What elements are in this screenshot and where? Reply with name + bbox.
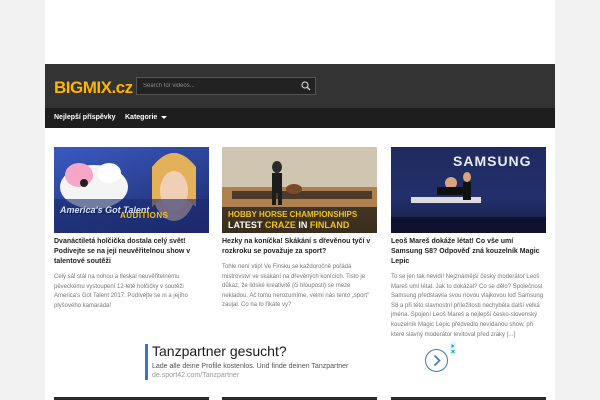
thumbnail-caption: AUDITIONS: [120, 211, 169, 220]
ad-accent-bar: [145, 344, 148, 380]
caption-part: FINLAND: [309, 220, 350, 230]
thumbnail-art: [54, 153, 209, 233]
post-title[interactable]: Leoš Mareš dokáže létat! Co vše umí Sams…: [391, 237, 546, 267]
chevron-down-icon: [161, 115, 168, 119]
post-thumbnail[interactable]: America's Got Talent AUDITIONS: [54, 147, 209, 233]
ad-choices-icon[interactable]: [450, 342, 456, 354]
thumbnail-caption: SAMSUNG: [453, 153, 532, 169]
post-thumbnail[interactable]: SAMSUNG: [391, 147, 546, 233]
logo-main: BIGMIX: [54, 78, 112, 97]
post-title[interactable]: Hezky na koníčka! Skákání s dřevěnou tyč…: [222, 237, 377, 257]
caption-part: IN: [295, 220, 310, 230]
nav-item-label: Nejlepší příspěvky: [54, 114, 116, 121]
main-nav: Nejlepší příspěvky Kategorie: [45, 108, 555, 128]
post-title[interactable]: Dvanáctiletá holčička dostala celý svět!…: [54, 237, 209, 267]
post-card: SAMSUNG Leoš Mareš dokáže létat! Co vše …: [391, 147, 546, 340]
nav-item-best-posts[interactable]: Nejlepší příspěvky: [54, 108, 115, 128]
post-excerpt: Celý sál stál na nohou a tleskal neuvěři…: [54, 274, 188, 309]
ad-subline: Lade alle deine Profile kostenlos. Und f…: [152, 363, 349, 370]
search-box: [136, 77, 316, 95]
ad-banner[interactable]: Tanzpartner gesucht? Lade alle deine Pro…: [145, 342, 456, 382]
ad-url[interactable]: de.sport42.com/Tanzpartner: [152, 371, 239, 380]
thumbnail-caption-line1: HOBBY HORSE CHAMPIONSHIPS: [228, 210, 358, 219]
site-logo[interactable]: BIGMIX.cz: [54, 78, 133, 98]
page: BIGMIX.cz Nejlepší příspěvky Kategorie: [45, 0, 555, 400]
top-ad-space: [45, 0, 555, 64]
chevron-right-icon: [433, 354, 441, 367]
search-input[interactable]: [143, 80, 293, 92]
nav-item-label: Kategorie: [125, 114, 158, 121]
nav-item-categories[interactable]: Kategorie: [125, 108, 168, 128]
thumbnail-caption-line2: LATEST CRAZE IN FINLAND: [228, 220, 349, 230]
post-card: HOBBY HORSE CHAMPIONSHIPS LATEST CRAZE I…: [222, 147, 377, 311]
post-excerpt: To se jen tak nevidí! Nejznámější český …: [391, 274, 544, 338]
post-card: America's Got Talent AUDITIONS Dvanáctil…: [54, 147, 209, 311]
ad-headline[interactable]: Tanzpartner gesucht?: [152, 342, 287, 360]
search-icon[interactable]: [301, 81, 311, 91]
logo-tld: .cz: [111, 78, 133, 97]
caption-part: LATEST: [228, 220, 265, 230]
caption-part: CRAZE: [264, 220, 296, 230]
ad-go-button[interactable]: [425, 349, 448, 372]
site-header: BIGMIX.cz: [45, 64, 555, 108]
post-thumbnail[interactable]: HOBBY HORSE CHAMPIONSHIPS LATEST CRAZE I…: [222, 147, 377, 233]
post-excerpt: Tohle není vtip! Ve Finsku se každoročně…: [222, 264, 370, 309]
